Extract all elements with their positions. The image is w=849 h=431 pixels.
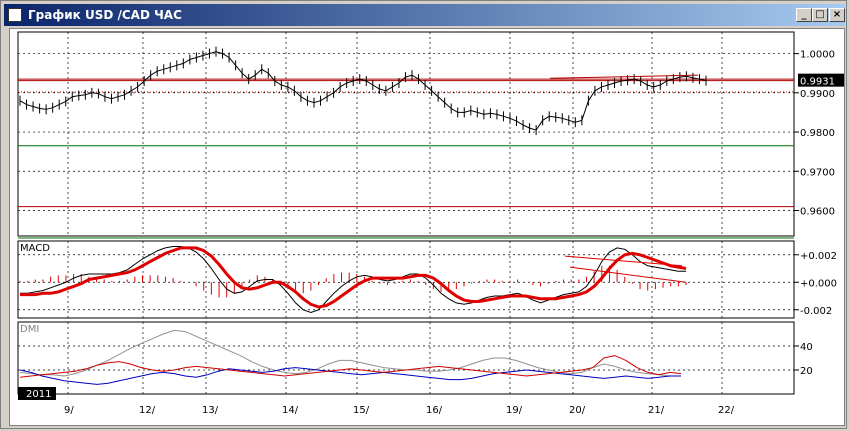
maximize-button[interactable]: □: [812, 8, 828, 22]
panel-frame-price: [17, 31, 795, 237]
x-tick-label: 20/: [569, 405, 586, 416]
title-bar[interactable]: График USD /CAD ЧАС _ □ ×: [4, 4, 845, 26]
macd-y-tick-label: -0.002: [800, 306, 832, 317]
x-tick-label: 15/: [353, 405, 370, 416]
macd-title: MACD: [20, 243, 50, 254]
x-tick-label: 16/: [426, 405, 443, 416]
price-y-tick-label: 0.9700: [800, 167, 835, 178]
dmi-y-tick-label: 40: [800, 342, 813, 353]
window-title: График USD /CAD ЧАС: [28, 8, 182, 22]
x-tick-label: 12/: [139, 405, 156, 416]
close-button[interactable]: ×: [829, 8, 845, 22]
dmi-y-tick-label: 20: [800, 366, 813, 377]
dmi-title: DMI: [20, 324, 39, 335]
chart-svg: 9/12/13/14/15/16/19/20/21/22/2011 1.0000 0…: [17, 31, 844, 416]
year-label: 2011: [26, 389, 51, 400]
minimize-icon: _: [801, 9, 807, 20]
chart-window-icon: [8, 8, 22, 22]
macd-y-tick-label: +0.002: [800, 251, 837, 262]
x-tick-label: 21/: [648, 405, 665, 416]
macd-y-tick-label: +0.000: [800, 278, 837, 289]
close-icon: ×: [832, 9, 842, 20]
chart-canvas[interactable]: 9/12/13/14/15/16/19/20/21/22/2011 1.0000 0…: [9, 28, 845, 426]
current-price-label: 0.9931: [800, 77, 835, 88]
minimize-button[interactable]: _: [796, 8, 812, 22]
chart-window: График USD /CAD ЧАС _ □ × 9/12/13/14/15/…: [0, 0, 847, 429]
price-y-tick-label: 0.9900: [800, 89, 835, 100]
x-tick-label: 14/: [282, 405, 299, 416]
price-y-tick-label: 1.0000: [800, 50, 835, 61]
x-tick-label: 19/: [506, 405, 523, 416]
x-tick-label: 13/: [202, 405, 219, 416]
price-y-tick-label: 0.9800: [800, 128, 835, 139]
price-y-tick-label: 0.9600: [800, 207, 835, 218]
price-line: [19, 51, 707, 131]
panel-frame-dmi: [17, 321, 795, 395]
x-tick-label: 9/: [64, 405, 74, 416]
x-tick-label: 22/: [718, 405, 735, 416]
maximize-icon: □: [815, 9, 825, 20]
